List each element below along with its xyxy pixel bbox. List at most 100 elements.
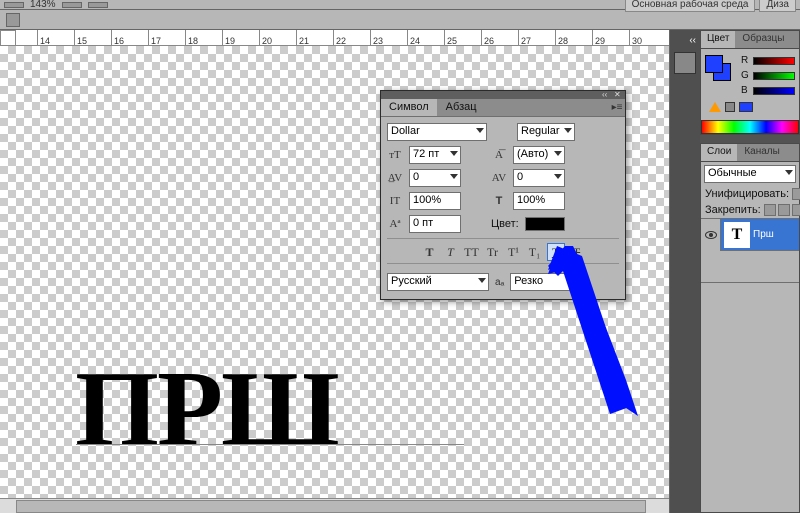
font-style-select[interactable]: Regular <box>517 123 575 141</box>
vscale-field[interactable]: 100% <box>409 192 461 210</box>
font-size-icon: тT <box>387 147 403 163</box>
g-label: G <box>741 70 750 81</box>
foreground-color-swatch[interactable] <box>705 55 723 73</box>
blend-mode-select[interactable]: Обычные <box>704 165 796 183</box>
ruler-tick: 15 <box>74 30 111 46</box>
tab-color[interactable]: Цвет <box>701 31 736 48</box>
antialias-value: Резко <box>514 275 543 287</box>
nearest-color-swatch[interactable] <box>739 102 753 112</box>
antialias-icon: aₐ <box>495 277 504 288</box>
color-label: Цвет: <box>491 218 519 230</box>
color-spectrum[interactable] <box>701 120 799 134</box>
layer-name[interactable]: Прш <box>753 229 799 240</box>
baseline-field[interactable]: 0 пт <box>409 215 461 233</box>
leading-icon: A͞ <box>491 147 507 163</box>
r-label: R <box>741 55 750 66</box>
ruler-tick: 18 <box>185 30 222 46</box>
tracking-value: 0 <box>517 171 523 183</box>
small-caps-button[interactable]: Tr <box>484 243 502 261</box>
tab-swatches[interactable]: Образцы <box>736 31 791 48</box>
ruler-tick: 28 <box>555 30 592 46</box>
panel-menu-icon[interactable]: ▸≡ <box>609 99 625 116</box>
underline-button[interactable]: T <box>547 243 565 261</box>
expand-icon[interactable]: ‹‹ <box>689 35 696 46</box>
ruler-tick: 17 <box>148 30 185 46</box>
panel-titlebar[interactable]: ‹‹ ✕ <box>381 91 625 99</box>
layer-row[interactable]: T Прш <box>701 219 799 251</box>
color-panel: Цвет Образцы R G B <box>700 30 800 135</box>
leading-field[interactable]: (Авто) <box>513 146 565 164</box>
hscale-field[interactable]: 100% <box>513 192 565 210</box>
tab-channels[interactable]: Каналы <box>738 144 787 161</box>
antialias-select[interactable]: Резко <box>510 273 584 291</box>
ruler-tick: 25 <box>444 30 481 46</box>
baseline-value: 0 пт <box>413 217 433 229</box>
strikethrough-button[interactable]: Ŧ <box>568 243 586 261</box>
workspace-button[interactable]: Основная рабочая среда <box>625 0 756 12</box>
layer-thumbnail[interactable]: T <box>724 222 750 248</box>
close-icon[interactable]: ✕ <box>614 92 622 98</box>
text-color-swatch[interactable] <box>525 217 565 231</box>
subscript-button[interactable]: T₁ <box>526 243 544 261</box>
zoom-value[interactable]: 143% <box>30 0 56 10</box>
ruler-origin[interactable] <box>0 30 16 46</box>
r-slider[interactable] <box>753 57 795 65</box>
ruler-tick: 26 <box>481 30 518 46</box>
character-panel: ‹‹ ✕ Символ Абзац ▸≡ Dollar Regular тT 7… <box>380 90 626 300</box>
collapsed-panel-dock: ‹‹ <box>670 30 700 513</box>
tab-paragraph[interactable]: Абзац <box>438 99 486 116</box>
ruler-tick: 30 <box>629 30 666 46</box>
superscript-button[interactable]: T¹ <box>505 243 523 261</box>
ruler-tick: 24 <box>407 30 444 46</box>
options-bar: 143% 143% Основная рабочая среда Диза <box>0 0 800 10</box>
ruler-tick: 29 <box>592 30 629 46</box>
kerning-icon: A̲V <box>387 170 403 186</box>
unify-icon[interactable] <box>792 188 800 200</box>
language-value: Русский <box>391 275 432 287</box>
lock-label: Закрепить: <box>705 204 761 216</box>
ruler-tick: 14 <box>37 30 74 46</box>
tracking-icon: AV <box>491 170 507 186</box>
tab-layers[interactable]: Слои <box>701 144 738 161</box>
tool-preset-icon[interactable] <box>4 2 24 8</box>
unify-label: Унифицировать: <box>705 188 789 200</box>
b-slider[interactable] <box>753 87 795 95</box>
toolbar-icon[interactable] <box>62 2 82 8</box>
scrollbar-thumb[interactable] <box>16 500 646 513</box>
lock-transparency-icon[interactable] <box>764 204 776 216</box>
toolbar-icon[interactable] <box>6 13 20 27</box>
layer-visibility-toggle[interactable] <box>701 219 721 251</box>
kerning-field[interactable]: 0 <box>409 169 461 187</box>
scrollbar-horizontal[interactable] <box>0 498 669 513</box>
leading-value: (Авто) <box>517 148 548 160</box>
tab-character[interactable]: Символ <box>381 99 438 116</box>
hscale-icon: T <box>491 193 507 209</box>
font-family-select[interactable]: Dollar <box>387 123 487 141</box>
canvas-text-layer[interactable]: ПРШ <box>75 356 338 464</box>
faux-bold-button[interactable]: T <box>421 243 439 261</box>
all-caps-button[interactable]: TT <box>463 243 481 261</box>
gamut-warning-icon[interactable] <box>709 102 721 112</box>
toolbar-icon[interactable] <box>88 2 108 8</box>
websafe-icon[interactable] <box>725 102 735 112</box>
font-size-field[interactable]: 72 пт <box>409 146 461 164</box>
second-toolbar <box>0 10 800 30</box>
vscale-value: 100% <box>413 194 441 206</box>
eye-icon <box>705 231 717 239</box>
faux-italic-button[interactable]: T <box>442 243 460 261</box>
hscale-value: 100% <box>517 194 545 206</box>
lock-pixels-icon[interactable] <box>778 204 790 216</box>
collapsed-panel-icon[interactable] <box>674 52 696 74</box>
layer-empty-area <box>701 251 799 283</box>
g-slider[interactable] <box>753 72 795 80</box>
baseline-icon: Aª <box>387 216 403 232</box>
lock-position-icon[interactable] <box>792 204 800 216</box>
ruler-tick: 20 <box>259 30 296 46</box>
collapse-icon[interactable]: ‹‹ <box>602 92 610 98</box>
language-select[interactable]: Русский <box>387 273 489 291</box>
tracking-field[interactable]: 0 <box>513 169 565 187</box>
design-button[interactable]: Диза <box>759 0 796 12</box>
panel-dock: Цвет Образцы R G B <box>700 30 800 513</box>
layers-panel: Слои Каналы Обычные Унифицировать: Закре… <box>700 143 800 513</box>
text-baseline <box>76 444 464 445</box>
